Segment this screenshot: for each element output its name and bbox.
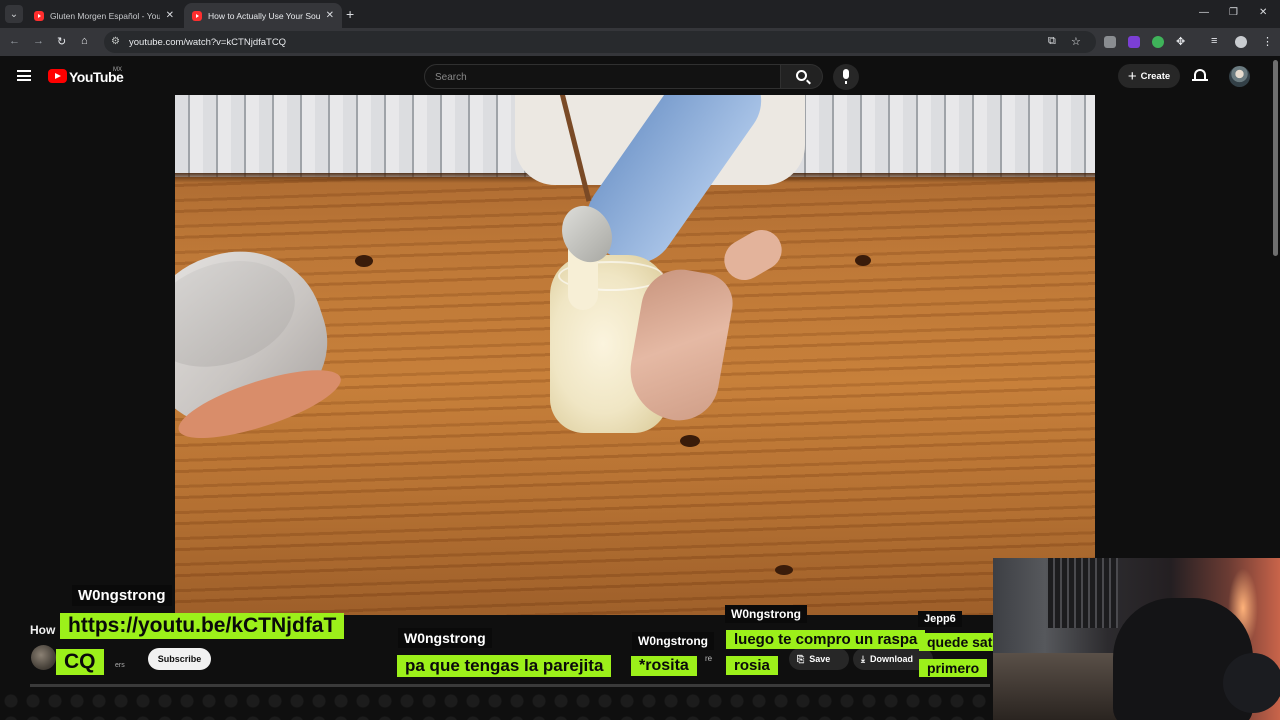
chat-message: CQ xyxy=(56,649,104,675)
video-hand xyxy=(717,222,789,288)
voice-search-button[interactable] xyxy=(833,64,859,90)
tab-gluten-morgen[interactable]: Gluten Morgen Español - YouTube ✕ xyxy=(26,3,182,28)
menu-icon[interactable] xyxy=(17,70,31,81)
reload-icon[interactable]: ↻ xyxy=(57,35,66,48)
wood-knot xyxy=(775,565,793,575)
search-box[interactable] xyxy=(424,64,781,89)
forward-icon[interactable]: → xyxy=(33,35,44,47)
bookmark-star-icon[interactable]: ☆ xyxy=(1071,35,1081,48)
browser-menu-icon[interactable]: ⋮ xyxy=(1262,35,1273,48)
subscriber-count: ers xyxy=(115,662,125,669)
browser-tab-strip: ⌄ Gluten Morgen Español - YouTube ✕ How … xyxy=(0,0,1280,28)
wood-knot xyxy=(680,435,700,447)
restore-icon[interactable]: ❐ xyxy=(1229,7,1238,18)
tab-sourdough-video[interactable]: How to Actually Use Your Sourdough Disca… xyxy=(184,3,342,28)
share-button-label[interactable]: re xyxy=(705,654,712,663)
chat-message: luego te compro un raspa xyxy=(726,630,926,649)
webcam-acoustic-panel xyxy=(1048,558,1118,628)
create-label: Create xyxy=(1140,70,1171,82)
back-icon[interactable]: ← xyxy=(9,35,20,47)
create-button[interactable]: + Create xyxy=(1118,64,1180,88)
extension-icon[interactable] xyxy=(1128,36,1140,48)
chat-message: primero xyxy=(919,659,988,677)
page-divider xyxy=(30,684,990,687)
youtube-favicon-icon xyxy=(192,10,202,21)
close-tab-icon[interactable]: ✕ xyxy=(166,10,174,21)
search-icon xyxy=(796,70,807,81)
tab-title: Gluten Morgen Español - YouTube xyxy=(50,10,160,21)
avatar[interactable] xyxy=(1229,66,1250,87)
chat-message: *rosita xyxy=(631,656,697,676)
wood-knot xyxy=(355,255,373,267)
video-ceramic-crock xyxy=(175,229,347,447)
profile-avatar-icon[interactable] xyxy=(1235,36,1247,48)
mic-icon xyxy=(843,69,849,84)
address-bar[interactable]: ⚙ youtube.com/watch?v=kCTNjdfaTCQ xyxy=(104,31,1096,53)
plus-icon: + xyxy=(1127,67,1137,85)
tab-search-list-icon[interactable]: ≡ xyxy=(1211,35,1217,47)
search-button[interactable] xyxy=(781,64,823,89)
webcam-head xyxy=(1223,653,1280,713)
chat-username: W0ngstrong xyxy=(72,585,172,606)
extension-icon[interactable] xyxy=(1152,36,1164,48)
chat-message: https://youtu.be/kCTNjdfaT xyxy=(60,613,345,639)
minimize-icon[interactable]: — xyxy=(1199,7,1209,18)
video-player[interactable] xyxy=(175,95,1095,615)
search-input[interactable] xyxy=(435,70,765,84)
address-url: youtube.com/watch?v=kCTNjdfaTCQ xyxy=(129,37,287,48)
save-label: Save xyxy=(809,654,831,664)
chat-username: W0ngstrong xyxy=(632,632,714,650)
download-label: Download xyxy=(869,654,913,664)
close-tab-icon[interactable]: ✕ xyxy=(326,10,334,21)
wood-knot xyxy=(855,255,871,266)
save-button[interactable]: ⎘ Save xyxy=(789,648,849,670)
chat-message: pa que tengas la parejita xyxy=(397,655,612,677)
browser-toolbar: ← → ↻ ⌂ ⚙ youtube.com/watch?v=kCTNjdfaTC… xyxy=(0,28,1280,56)
extension-icon[interactable] xyxy=(1104,36,1116,48)
tab-title: How to Actually Use Your Sourdough Disca… xyxy=(208,10,320,21)
home-icon[interactable]: ⌂ xyxy=(81,35,88,47)
site-info-icon[interactable]: ⚙ xyxy=(111,36,120,47)
bookmark-icon: ⎘ xyxy=(797,653,805,664)
page-scrollbar[interactable] xyxy=(1273,60,1278,256)
youtube-header: YouTube MX + Create xyxy=(0,56,1280,95)
subscribe-button[interactable]: Subscribe xyxy=(148,648,211,670)
new-tab-button[interactable]: + xyxy=(346,6,354,22)
country-code: MX xyxy=(113,67,122,73)
chat-username: W0ngstrong xyxy=(725,605,807,623)
channel-avatar[interactable] xyxy=(31,645,56,670)
extensions-puzzle-icon[interactable]: ✥ xyxy=(1176,35,1185,48)
close-window-icon[interactable]: ✕ xyxy=(1259,7,1267,18)
youtube-logo-icon[interactable] xyxy=(48,69,67,83)
bell-icon[interactable] xyxy=(1192,69,1208,81)
chat-message: rosia xyxy=(726,656,778,675)
chat-username: W0ngstrong xyxy=(398,628,492,648)
install-app-icon[interactable]: ⧉ xyxy=(1048,35,1056,48)
chat-username: Jepp6 xyxy=(918,611,962,627)
streamer-webcam xyxy=(993,558,1280,720)
tab-search-button[interactable]: ⌄ xyxy=(5,5,23,23)
video-title: How xyxy=(30,623,56,637)
download-icon: ⤓ xyxy=(861,653,865,664)
youtube-favicon-icon xyxy=(34,10,44,21)
